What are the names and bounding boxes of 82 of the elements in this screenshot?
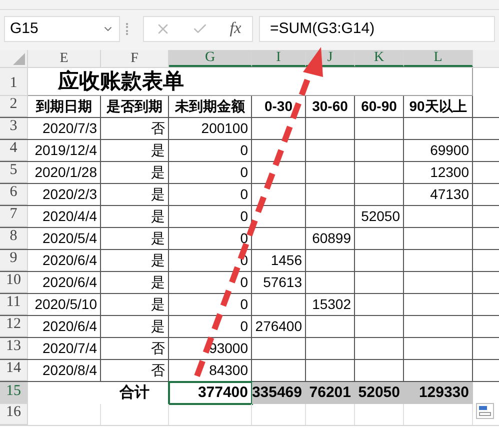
column-heading: 30-60 bbox=[306, 96, 355, 117]
sheet-title: 应收账款表单 bbox=[58, 68, 184, 95]
column-header[interactable]: G bbox=[169, 50, 252, 67]
table-cell: 52050 bbox=[355, 206, 404, 227]
table-cell: 15302 bbox=[306, 294, 355, 315]
row-header[interactable]: 16 bbox=[0, 404, 28, 425]
table-cell: 377400 bbox=[169, 382, 252, 404]
column-header[interactable]: I bbox=[252, 50, 306, 67]
table-cell: 200100 bbox=[169, 118, 252, 139]
table-cell: 2020/1/28 bbox=[28, 162, 101, 183]
table-cell: 2020/7/3 bbox=[28, 118, 101, 139]
table-cell: 0 bbox=[169, 316, 252, 337]
table-cell: 335469 bbox=[252, 382, 306, 404]
column-heading: 90天以上 bbox=[404, 96, 473, 117]
column-header[interactable]: E bbox=[28, 50, 101, 67]
row-header[interactable]: 4 bbox=[0, 140, 28, 161]
column-heading: 0-30 bbox=[252, 96, 306, 117]
table-cell: 0 bbox=[169, 228, 252, 249]
table-cell: 0 bbox=[169, 206, 252, 227]
column-heading: 未到期金额 bbox=[169, 96, 252, 117]
table-cell: 76201 bbox=[306, 382, 355, 404]
table-cell: 2020/6/4 bbox=[28, 272, 101, 293]
table-cell: 是 bbox=[101, 206, 169, 227]
table-cell: 1456 bbox=[252, 250, 306, 271]
table-cell: 是 bbox=[101, 228, 169, 249]
table-cell: 276400 bbox=[252, 316, 306, 337]
row-header[interactable]: 9 bbox=[0, 250, 28, 271]
table-cell: 52050 bbox=[355, 382, 404, 404]
table-cell: 2020/4/4 bbox=[28, 206, 101, 227]
table-cell: 否 bbox=[101, 118, 169, 139]
row-header[interactable]: 12 bbox=[0, 316, 28, 337]
row-header[interactable]: 10 bbox=[0, 272, 28, 293]
table-cell: 69900 bbox=[404, 140, 473, 161]
row-header[interactable]: 8 bbox=[0, 228, 28, 249]
row-header[interactable]: 7 bbox=[0, 206, 28, 227]
table-cell: 2020/6/4 bbox=[28, 316, 101, 337]
row-header[interactable]: 14 bbox=[0, 360, 28, 381]
table-cell: 2019/12/4 bbox=[28, 140, 101, 161]
table-cell: 是 bbox=[101, 140, 169, 161]
table-cell: 12300 bbox=[404, 162, 473, 183]
table-cell: 是 bbox=[101, 250, 169, 271]
table-cell: 是 bbox=[101, 316, 169, 337]
table-cell: 2020/8/4 bbox=[28, 360, 101, 381]
table-cell: 是 bbox=[101, 184, 169, 205]
table-cell: 0 bbox=[169, 294, 252, 315]
table-cell: 2020/6/4 bbox=[28, 250, 101, 271]
insert-function-button[interactable]: fx bbox=[230, 17, 242, 41]
table-cell: 57613 bbox=[252, 272, 306, 293]
row-header[interactable]: 11 bbox=[0, 294, 28, 315]
table-cell: 129330 bbox=[404, 382, 473, 404]
table-cell: 0 bbox=[169, 140, 252, 161]
table-cell: 是 bbox=[101, 294, 169, 315]
column-heading: 是否到期 bbox=[101, 96, 169, 117]
table-cell: 是 bbox=[101, 272, 169, 293]
quick-analysis-icon[interactable] bbox=[476, 403, 494, 419]
row-header[interactable]: 3 bbox=[0, 118, 28, 139]
table-cell: 47130 bbox=[404, 184, 473, 205]
row-header[interactable]: 6 bbox=[0, 184, 28, 205]
table-cell: 2020/5/4 bbox=[28, 228, 101, 249]
table-cell: 2020/2/3 bbox=[28, 184, 101, 205]
table-cell: 2020/7/4 bbox=[28, 338, 101, 359]
formula-field[interactable]: =SUM(G3:G14) bbox=[259, 16, 495, 42]
row-header[interactable]: 2 bbox=[0, 96, 28, 117]
grip-icon bbox=[126, 23, 129, 35]
row-header[interactable]: 13 bbox=[0, 338, 28, 359]
table-cell: 0 bbox=[169, 162, 252, 183]
table-cell: 0 bbox=[169, 272, 252, 293]
row-header[interactable]: 1 bbox=[0, 68, 28, 96]
table-cell: 0 bbox=[169, 184, 252, 205]
table-cell: 否 bbox=[101, 360, 169, 381]
name-box[interactable]: G15 bbox=[4, 16, 120, 42]
column-header[interactable]: L bbox=[404, 50, 473, 67]
column-header[interactable]: K bbox=[355, 50, 404, 67]
row-header[interactable]: 5 bbox=[0, 162, 28, 183]
table-cell: 否 bbox=[101, 338, 169, 359]
table-cell: 是 bbox=[101, 162, 169, 183]
table-cell: 93000 bbox=[169, 338, 252, 359]
column-heading: 60-90 bbox=[355, 96, 404, 117]
table-cell: 2020/5/10 bbox=[28, 294, 101, 315]
table-cell: 60899 bbox=[306, 228, 355, 249]
column-heading: 到期日期 bbox=[28, 96, 101, 117]
row-header[interactable]: 15 bbox=[0, 382, 28, 404]
